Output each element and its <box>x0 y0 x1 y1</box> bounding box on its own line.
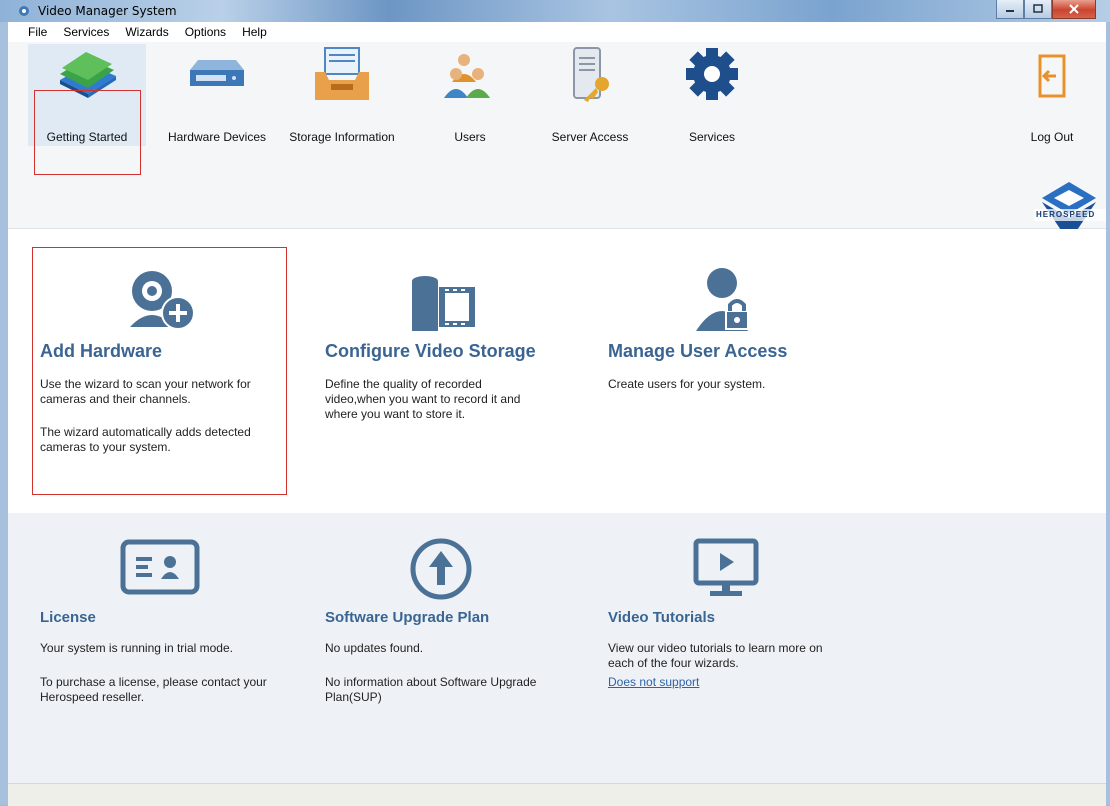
add-camera-icon <box>130 271 195 330</box>
upgrade-arrow-icon <box>410 538 472 600</box>
minimize-button[interactable] <box>996 0 1024 19</box>
gear-icon <box>686 48 738 100</box>
toolbar-services[interactable]: Services <box>672 44 752 146</box>
log-out-icon <box>1038 54 1066 98</box>
minimize-icon <box>1006 10 1014 12</box>
software-upgrade-info: No information about Software Upgrade Pl… <box>325 675 537 704</box>
services-label: Services <box>688 130 735 144</box>
log-out-label: Log Out <box>1030 130 1074 144</box>
video-tutorials-title: Video Tutorials <box>608 609 715 626</box>
app-icon <box>19 6 29 16</box>
close-button[interactable] <box>1052 0 1096 19</box>
toolbar-log-out[interactable]: Log Out <box>1012 44 1092 146</box>
software-upgrade-status: No updates found. <box>325 641 424 655</box>
user-lock-icon <box>696 268 749 331</box>
configure-storage-description: Define the quality of recorded video,whe… <box>325 377 521 421</box>
hardware-devices-label: Hardware Devices <box>167 130 267 144</box>
close-icon <box>1069 4 1079 14</box>
window-title: Video Manager System <box>38 4 177 18</box>
toolbar-storage-information[interactable]: Storage Information <box>280 44 404 146</box>
toolbar-hardware-devices[interactable]: Hardware Devices <box>154 44 280 146</box>
add-hardware-title[interactable]: Add Hardware <box>40 341 162 362</box>
users-icon <box>444 54 490 98</box>
menu-bar: File Services Wizards Options Help <box>8 22 1106 42</box>
add-hardware-note: The wizard automatically adds detected c… <box>40 425 251 454</box>
add-hardware-description: Use the wizard to scan your network for … <box>40 377 251 406</box>
toolbar: Getting Started Hardware Devices Storage… <box>8 42 1106 242</box>
toolbar-users[interactable]: Users <box>426 44 514 146</box>
server-access-label: Server Access <box>551 130 629 144</box>
storage-information-label: Storage Information <box>289 130 395 144</box>
license-purchase-info: To purchase a license, please contact yo… <box>40 675 267 704</box>
getting-started-highlight <box>34 90 141 175</box>
logo-text: HEROSPEED <box>1036 210 1096 219</box>
client-area: File Services Wizards Options Help Getti… <box>8 22 1106 806</box>
menu-options[interactable]: Options <box>177 25 234 39</box>
window-frame-right <box>1106 22 1110 805</box>
license-card-icon <box>120 539 200 595</box>
toolbar-server-access[interactable]: Server Access <box>544 44 636 146</box>
menu-file[interactable]: File <box>8 25 55 39</box>
video-storage-icon <box>412 276 475 331</box>
server-key-icon <box>573 47 609 102</box>
wizards-section: Add Hardware Use the wizard to scan your… <box>8 229 1106 513</box>
configure-storage-title[interactable]: Configure Video Storage <box>325 341 536 362</box>
storage-tray-icon <box>315 47 369 100</box>
video-monitor-icon <box>693 538 759 596</box>
hardware-device-icon <box>190 60 244 86</box>
maximize-icon <box>1033 4 1043 13</box>
menu-help[interactable]: Help <box>234 25 275 39</box>
window-frame-left <box>0 22 8 805</box>
users-label: Users <box>454 130 486 144</box>
status-bar <box>8 783 1106 806</box>
menu-wizards[interactable]: Wizards <box>117 25 176 39</box>
system-info-section: License Your system is running in trial … <box>8 513 1106 783</box>
license-title: License <box>40 609 96 626</box>
maximize-button[interactable] <box>1024 0 1052 19</box>
video-tutorials-link[interactable]: Does not support <box>608 675 699 689</box>
manage-users-description: Create users for your system. <box>608 377 766 391</box>
menu-services[interactable]: Services <box>55 25 117 39</box>
video-tutorials-description: View our video tutorials to learn more o… <box>608 641 823 670</box>
title-bar: Video Manager System <box>0 0 1110 22</box>
software-upgrade-title: Software Upgrade Plan <box>325 609 490 626</box>
manage-users-title[interactable]: Manage User Access <box>608 341 787 362</box>
license-status: Your system is running in trial mode. <box>40 641 233 655</box>
